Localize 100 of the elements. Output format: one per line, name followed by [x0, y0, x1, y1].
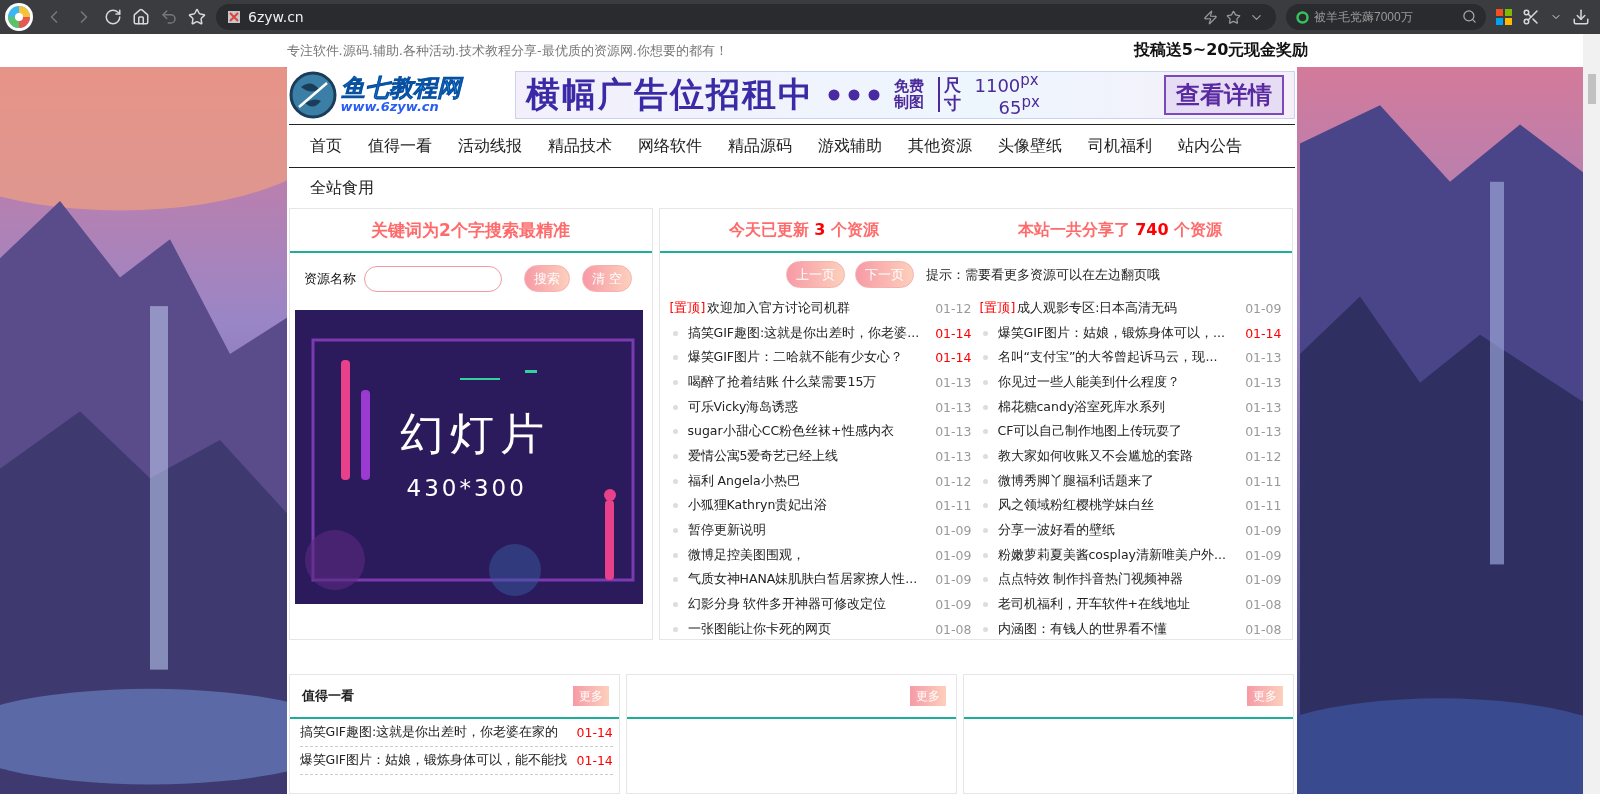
bullet-icon [982, 552, 988, 558]
bullet-icon [982, 330, 988, 336]
star-icon[interactable] [1226, 9, 1241, 25]
article-link[interactable]: 喝醉了抢着结账 什么菜需要15万 [687, 373, 930, 391]
bullet-icon [982, 379, 988, 385]
nav-link[interactable]: 活动线报 [444, 125, 535, 167]
article-link[interactable]: 粉嫩萝莉夏美酱cosplay清新唯美户外... [997, 546, 1240, 564]
article-link[interactable]: 气质女神HANA妹肌肤白皙居家撩人性... [687, 571, 930, 589]
article-date: 01-08 [1245, 597, 1282, 613]
article-link[interactable]: 微博足控美图围观， [687, 546, 930, 564]
bullet-icon [672, 602, 678, 608]
article-date: 01-12 [935, 300, 972, 316]
nav-link[interactable]: 值得一看 [354, 125, 445, 167]
pinned-tag: [置顶] [979, 299, 1016, 317]
search-icon[interactable] [1462, 9, 1477, 24]
article-link[interactable]: 幻影分身 软件多开神器可修改定位 [687, 596, 930, 614]
lightning-icon[interactable] [1203, 9, 1218, 25]
nav-link[interactable]: 游戏辅助 [804, 125, 895, 167]
ad-free-text: 制图 [893, 94, 924, 111]
article-date: 01-09 [1245, 300, 1282, 316]
field-label: 资源名称 [303, 269, 356, 288]
article-link[interactable]: 点点特效 制作抖音热门视频神器 [997, 571, 1240, 589]
article-link[interactable]: 分享一波好看的壁纸 [997, 522, 1240, 540]
bookmark-star-icon[interactable] [188, 8, 206, 26]
article-date: 01-13 [935, 424, 972, 440]
article-link[interactable]: 教大家如何收账又不会尴尬的套路 [997, 447, 1240, 465]
article-link[interactable]: 风之领域粉红樱桃学妹白丝 [997, 497, 1240, 515]
bullet-icon [672, 453, 678, 459]
article-link[interactable]: 暂停更新说明 [687, 522, 930, 540]
article-link[interactable]: 一张图能让你卡死的网页 [687, 620, 930, 638]
bullet-icon [982, 453, 988, 459]
article-date: 01-09 [1245, 523, 1282, 539]
address-bar[interactable]: 6zyw.cn [216, 4, 1276, 30]
article-link[interactable]: 爆笑GIF图片：姑娘，锻炼身体可以，能不能找 [299, 752, 571, 769]
article-link[interactable]: 微博秀脚丫腿福利话题来了 [997, 472, 1240, 490]
article-date: 01-12 [1245, 448, 1282, 464]
apps-grid-icon[interactable] [1496, 9, 1512, 25]
article-link[interactable]: 老司机福利，开车软件+在线地址 [997, 596, 1240, 614]
article-link[interactable]: 你见过一些人能美到什么程度？ [997, 373, 1240, 391]
bullet-icon [672, 330, 678, 336]
nav-link[interactable]: 精品源码 [714, 125, 805, 167]
article-date: 01-13 [935, 374, 972, 390]
bullet-icon [672, 577, 678, 583]
bullet-icon [672, 528, 678, 534]
ad-size-value: 1100$^{px}$ [974, 72, 1040, 95]
article-date: 01-13 [935, 448, 972, 464]
ad-banner[interactable]: 横幅广告位招租中 免费 制图 尺寸 1100$^{px}$ 65$^{px}$ 查看详情 [514, 70, 1295, 119]
panel-title: 关键词为2个字搜索最精准 [371, 218, 570, 242]
reload-icon[interactable] [104, 8, 122, 26]
search-field[interactable]: 被羊毛党薅7000万 [1286, 4, 1486, 30]
article-link[interactable]: 小狐狸Kathryn贵妃出浴 [687, 497, 930, 515]
home-icon[interactable] [132, 8, 150, 26]
bullet-icon [672, 552, 678, 558]
nav-link[interactable]: 头像壁纸 [984, 125, 1075, 167]
article-link[interactable]: 可乐Vicky海岛诱惑 [687, 398, 930, 416]
nav-link[interactable]: 其他资源 [894, 125, 985, 167]
fish-logo-icon[interactable] [288, 70, 337, 119]
article-link[interactable]: 搞笑GIF趣图:这就是你出差时，你老婆... [687, 324, 930, 342]
article-link[interactable]: CF可以自己制作地图上传玩耍了 [997, 423, 1240, 441]
hint-text: 提示：需要看更多资源可以在左边翻页哦 [925, 265, 1160, 284]
bullet-icon [982, 577, 988, 583]
ad-size-label: 尺寸 [937, 76, 961, 113]
bullet-icon [982, 626, 988, 632]
nav-link[interactable]: 网络软件 [624, 125, 715, 167]
scrollbar-thumb[interactable] [1587, 74, 1596, 104]
article-link[interactable]: 棉花糖candy浴室死库水系列 [997, 398, 1240, 416]
scissors-icon[interactable] [1522, 8, 1540, 26]
nav-link[interactable]: 首页 [296, 125, 355, 167]
article-date: 01-14 [935, 350, 972, 366]
article-date: 01-13 [1245, 424, 1282, 440]
article-link[interactable]: sugar小甜心CC粉色丝袜+性感内衣 [687, 423, 930, 441]
article-link[interactable]: 爆笑GIF图片：二哈就不能有少女心？ [687, 349, 930, 367]
browser-logo-icon[interactable] [4, 2, 34, 32]
bullet-icon [982, 503, 988, 509]
nav-link[interactable]: 司机福利 [1074, 125, 1165, 167]
article-link[interactable]: 内涵图：有钱人的世界看不懂 [997, 620, 1240, 638]
article-link[interactable]: 福利 Angela小热巴 [687, 472, 930, 490]
nav-link[interactable]: 站内公告 [1164, 125, 1255, 167]
slide-size: 430*300 [406, 475, 527, 501]
nav-link[interactable]: 精品技术 [534, 125, 625, 167]
article-date: 01-13 [935, 399, 972, 415]
article-link[interactable]: 名叫“支付宝”的大爷曾起诉马云，现... [997, 349, 1240, 367]
ad-headline: 横幅广告位招租中 [525, 72, 814, 116]
promo-link[interactable]: 投稿送5~20元现金奖励 [1133, 40, 1309, 61]
download-icon[interactable] [1572, 8, 1590, 26]
article-date: 01-14 [576, 725, 613, 740]
slideshow[interactable]: 幻灯片 430*300 [294, 310, 643, 604]
article-link[interactable]: 爱情公寓5爱奇艺已经上线 [687, 447, 930, 465]
article-link[interactable]: 爆笑GIF图片：姑娘，锻炼身体可以，... [997, 324, 1240, 342]
scrollbar[interactable] [1583, 34, 1600, 794]
pinned-tag: [置顶] [669, 299, 706, 317]
dots-icon [827, 88, 880, 101]
article-date: 01-11 [1245, 473, 1282, 489]
article-date: 01-09 [1245, 547, 1282, 563]
input-field[interactable] [363, 265, 502, 292]
nav-link[interactable]: 全站食用 [296, 167, 387, 209]
undo-icon[interactable] [160, 8, 178, 26]
article-link[interactable]: 欢迎加入官方讨论司机群 [707, 299, 930, 317]
article-link[interactable]: 搞笑GIF趣图:这就是你出差时，你老婆在家的 [299, 724, 571, 741]
article-link[interactable]: 成人观影专区:日本高清无码 [1017, 299, 1240, 317]
